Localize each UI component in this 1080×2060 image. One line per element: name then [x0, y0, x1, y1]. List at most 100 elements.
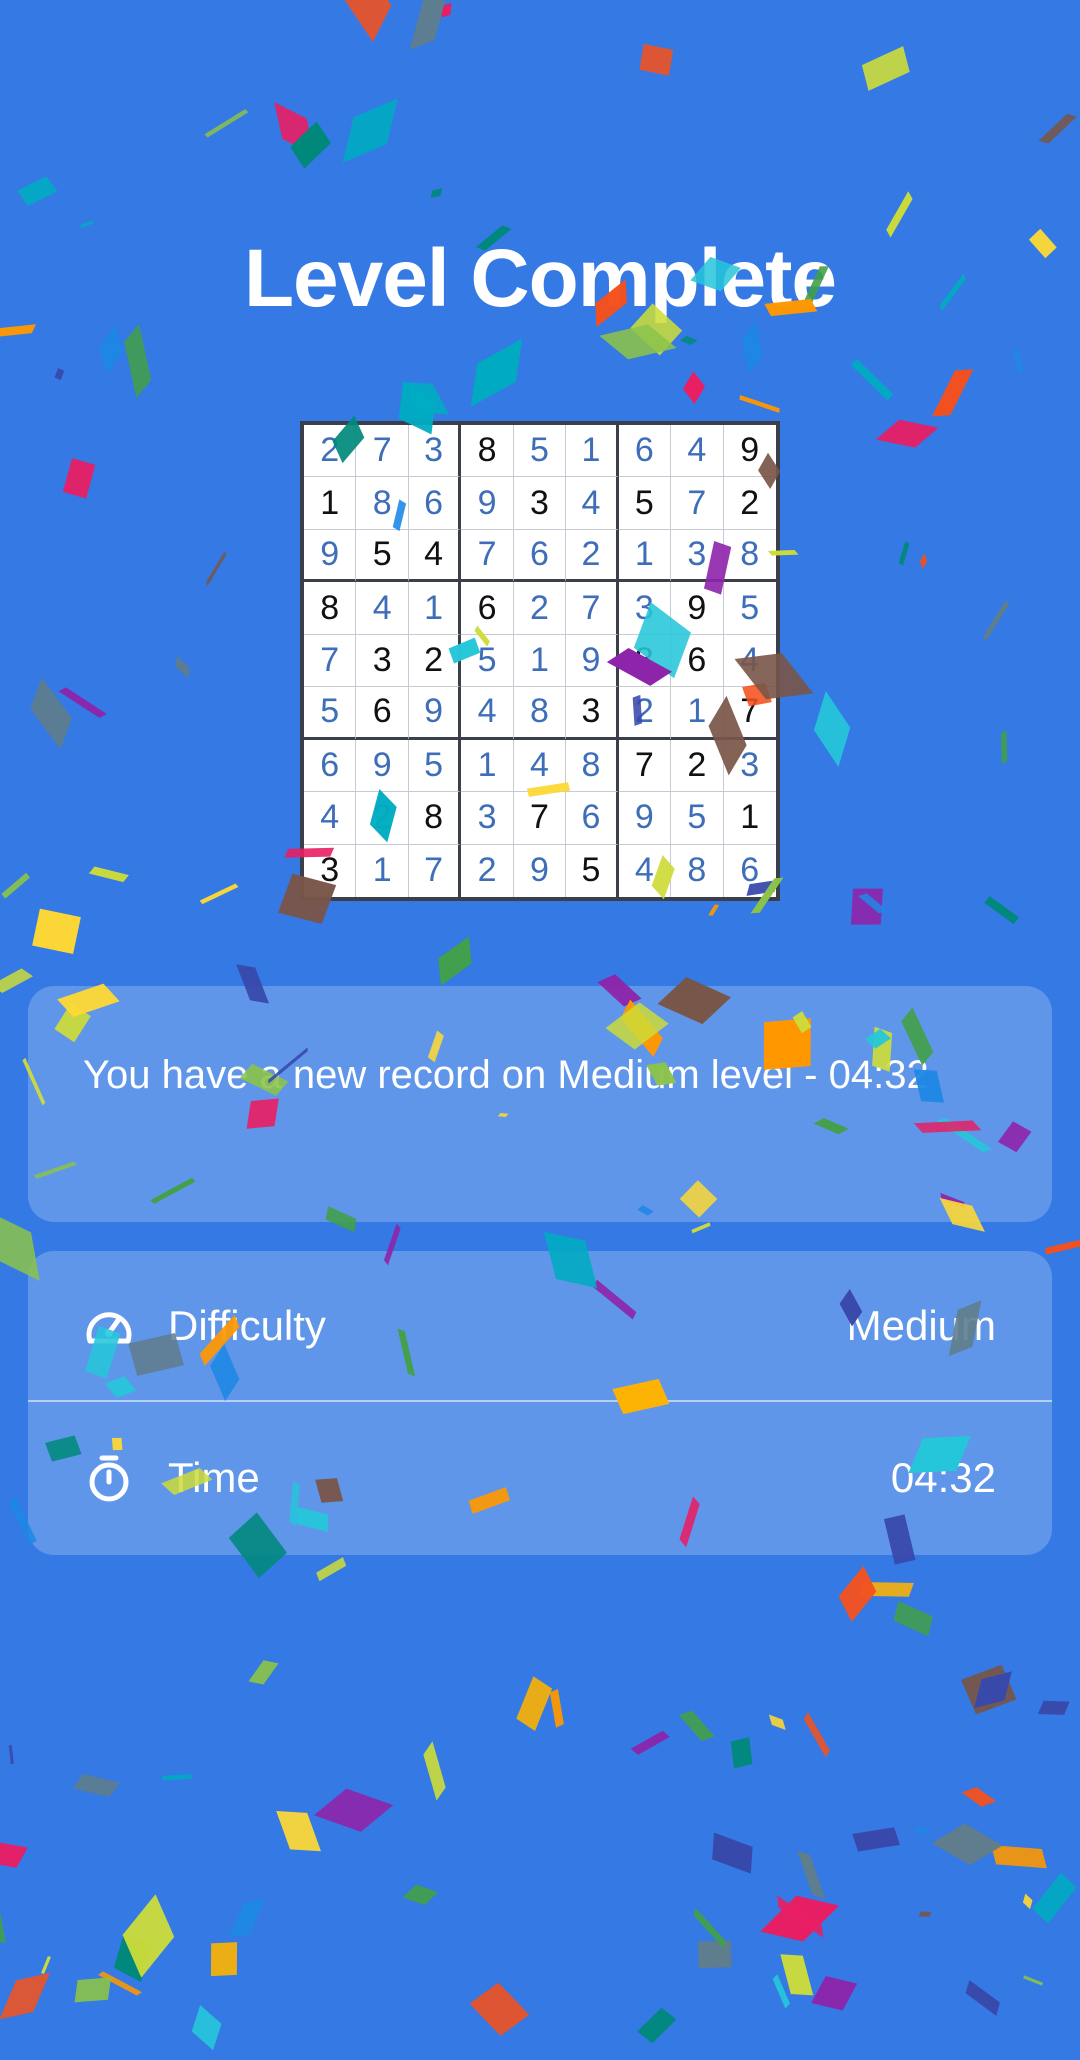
sudoku-cell: 3: [461, 792, 514, 845]
sudoku-cell: 8: [671, 844, 724, 897]
sudoku-cell: 1: [408, 582, 462, 635]
confetti-piece: [1, 872, 31, 899]
sudoku-cell: 6: [566, 792, 619, 845]
sudoku-cell: 9: [671, 582, 724, 635]
sudoku-cell: 7: [304, 634, 357, 688]
sudoku-cell: 8: [723, 530, 776, 583]
confetti-piece: [276, 1810, 321, 1852]
sudoku-cell: 8: [566, 739, 619, 793]
confetti-piece: [693, 1908, 726, 1949]
sudoku-cell: 5: [513, 425, 567, 478]
confetti-piece: [32, 908, 81, 955]
difficulty-label: Difficulty: [168, 1301, 326, 1349]
sudoku-cell: 9: [461, 477, 514, 530]
sudoku-cell: 6: [408, 477, 462, 530]
sudoku-cell: 6: [461, 582, 514, 635]
confetti-piece: [639, 43, 674, 76]
sudoku-cell: 3: [513, 477, 567, 530]
confetti-piece: [637, 2007, 677, 2044]
sudoku-cell: 3: [304, 844, 357, 897]
sudoku-cell: 7: [513, 792, 567, 845]
confetti-piece: [858, 893, 888, 914]
difficulty-row: Difficulty Medium: [28, 1251, 1052, 1402]
confetti-piece: [811, 1976, 858, 2011]
sudoku-cell: 1: [461, 739, 514, 793]
sudoku-cell: 3: [671, 529, 724, 583]
sudoku-cell: 2: [408, 634, 462, 688]
confetti-piece: [470, 338, 523, 407]
confetti-piece: [682, 371, 706, 404]
confetti-piece: [549, 1688, 564, 1728]
confetti-piece: [1038, 113, 1077, 144]
confetti-piece: [409, 0, 448, 50]
confetti-piece: [124, 323, 152, 399]
sudoku-cell: 3: [356, 634, 409, 688]
sudoku-cell: 4: [723, 635, 776, 688]
sudoku-cell: 6: [304, 739, 357, 793]
sudoku-cell: 1: [566, 425, 619, 478]
record-card: You have a new record on Medium level - …: [28, 986, 1052, 1222]
sudoku-cell: 4: [671, 425, 724, 478]
confetti-piece: [423, 1741, 446, 1801]
sudoku-cell: 6: [618, 425, 672, 478]
confetti-piece: [0, 1912, 6, 1943]
confetti-piece: [210, 1942, 238, 1977]
confetti-piece: [893, 1600, 934, 1637]
confetti-piece: [780, 1954, 814, 1996]
confetti-piece: [54, 368, 65, 381]
confetti-piece: [8, 1744, 14, 1765]
sudoku-cell: 8: [408, 792, 462, 845]
confetti-piece: [913, 1827, 930, 1834]
sudoku-cell: 7: [671, 477, 724, 530]
sudoku-cell: 4: [461, 687, 514, 740]
sudoku-cell: 9: [514, 844, 567, 897]
confetti-piece: [768, 1714, 786, 1731]
sudoku-cell: 8: [461, 425, 514, 478]
confetti-piece: [58, 687, 107, 718]
confetti-piece: [691, 1222, 711, 1234]
confetti-piece: [344, 0, 392, 42]
sudoku-cell: 3: [618, 582, 672, 635]
sudoku-cell: 6: [740, 851, 760, 890]
sudoku-cell: 5: [356, 529, 409, 583]
sudoku-cell: 9: [408, 687, 462, 740]
sudoku-cell: 5: [304, 687, 357, 740]
sudoku-cell: 4: [304, 792, 357, 845]
confetti-piece: [898, 541, 910, 566]
stopwatch-icon: [84, 1453, 134, 1503]
confetti-piece: [62, 458, 96, 499]
sudoku-cell: 7: [723, 687, 776, 740]
confetti-piece: [206, 551, 227, 587]
confetti-piece: [438, 936, 472, 986]
sudoku-cell: 4: [513, 739, 567, 793]
confetti-piece: [72, 1773, 120, 1798]
sudoku-cell: 7: [566, 582, 619, 635]
time-label: Time: [168, 1453, 260, 1501]
confetti-piece: [931, 1823, 1003, 1866]
confetti-piece: [697, 1940, 732, 1969]
confetti-piece: [228, 1899, 265, 1938]
sudoku-cell: 2: [304, 425, 357, 478]
confetti-piece: [430, 188, 443, 198]
sudoku-cell: 5: [671, 792, 724, 845]
sudoku-cell: 9: [566, 634, 619, 688]
confetti-piece: [1000, 729, 1008, 765]
sudoku-cell: 6: [671, 634, 724, 688]
confetti-piece: [1022, 1893, 1033, 1910]
sudoku-cell: 9: [618, 792, 672, 845]
sudoku-cell: 3: [408, 425, 462, 478]
confetti-piece: [974, 1671, 1012, 1709]
sudoku-cell: 8: [618, 634, 672, 688]
confetti-piece: [982, 600, 1010, 640]
sudoku-cell: 5: [566, 844, 619, 897]
confetti-piece: [777, 1895, 824, 1938]
confetti-piece: [803, 1712, 830, 1758]
confetti-piece: [741, 321, 763, 374]
confetti-piece: [858, 1582, 914, 1597]
sudoku-cell: 8: [304, 582, 357, 635]
time-value: 04:32: [890, 1453, 996, 1501]
confetti-piece: [441, 2, 452, 18]
record-message: You have a new record on Medium level - …: [83, 1053, 929, 1097]
sudoku-cell: 2: [461, 844, 514, 897]
sudoku-cell: 3: [566, 687, 619, 740]
